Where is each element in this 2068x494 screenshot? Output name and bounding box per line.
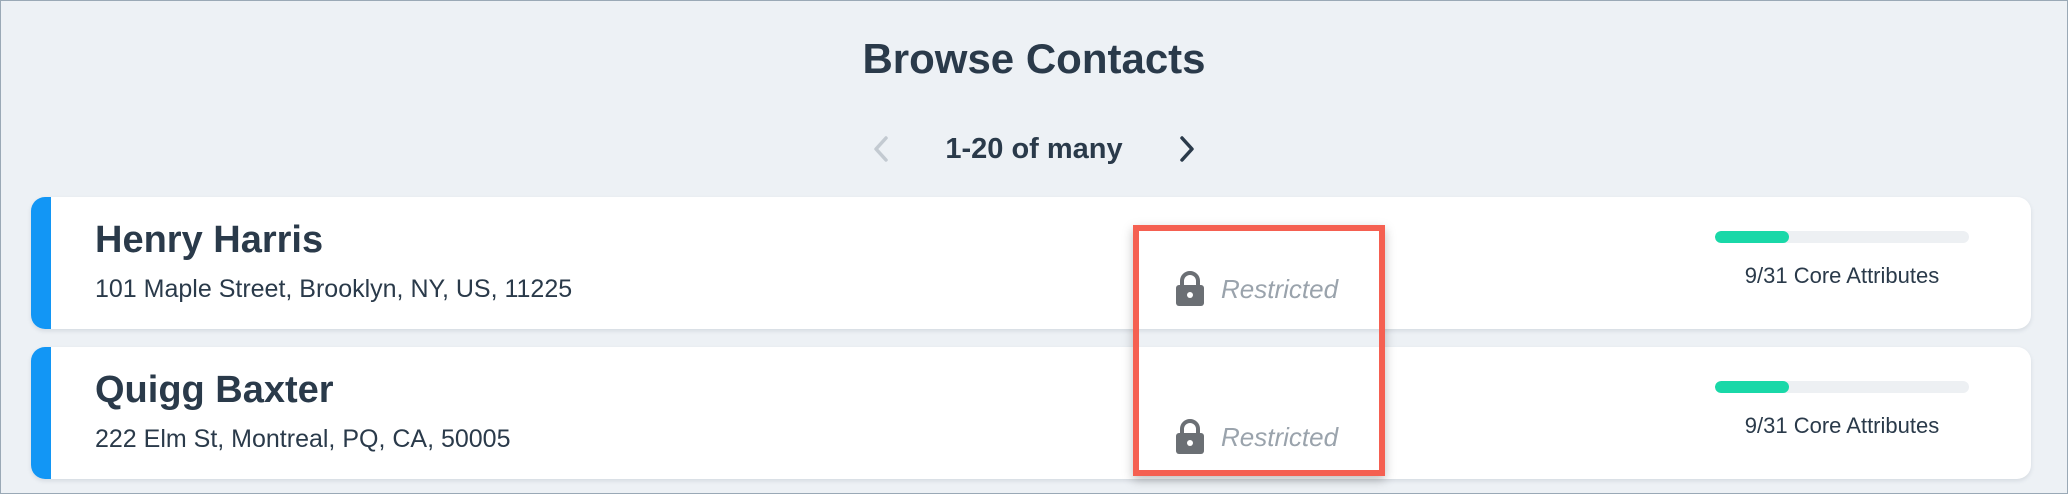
contact-address: 101 Maple Street, Brooklyn, NY, US, 1122… bbox=[95, 275, 573, 303]
contact-name[interactable]: Henry Harris bbox=[95, 219, 323, 262]
core-attributes-progress bbox=[1715, 381, 1969, 393]
lock-icon bbox=[1176, 419, 1204, 454]
restricted-status: Restricted bbox=[1173, 419, 1338, 455]
next-page-button[interactable] bbox=[1167, 129, 1207, 169]
core-attributes-progress bbox=[1715, 231, 1969, 243]
core-attributes-progress-fill bbox=[1715, 381, 1789, 393]
contact-card[interactable]: Quigg Baxter 222 Elm St, Montreal, PQ, C… bbox=[31, 347, 2031, 479]
pagination-label: 1-20 of many bbox=[945, 132, 1123, 165]
contact-card[interactable]: Henry Harris 101 Maple Street, Brooklyn,… bbox=[31, 197, 2031, 329]
pagination: 1-20 of many bbox=[1, 127, 2067, 171]
restricted-status: Restricted bbox=[1173, 271, 1338, 307]
contact-address: 222 Elm St, Montreal, PQ, CA, 50005 bbox=[95, 425, 511, 453]
restricted-label: Restricted bbox=[1221, 273, 1339, 304]
chevron-right-icon bbox=[1179, 136, 1194, 162]
core-attributes-progress-fill bbox=[1715, 231, 1789, 243]
browse-contacts-panel: Browse Contacts 1-20 of many Henry Harri… bbox=[0, 0, 2068, 494]
lock-icon bbox=[1176, 271, 1204, 306]
contact-name[interactable]: Quigg Baxter bbox=[95, 369, 334, 412]
core-attributes-label: 9/31 Core Attributes bbox=[1744, 413, 1940, 438]
core-attributes-label: 9/31 Core Attributes bbox=[1744, 263, 1940, 288]
prev-page-button[interactable] bbox=[861, 129, 901, 169]
chevron-left-icon bbox=[874, 136, 889, 162]
page-title: Browse Contacts bbox=[862, 35, 1206, 82]
card-accent bbox=[31, 347, 51, 479]
card-accent bbox=[31, 197, 51, 329]
restricted-label: Restricted bbox=[1221, 421, 1339, 452]
